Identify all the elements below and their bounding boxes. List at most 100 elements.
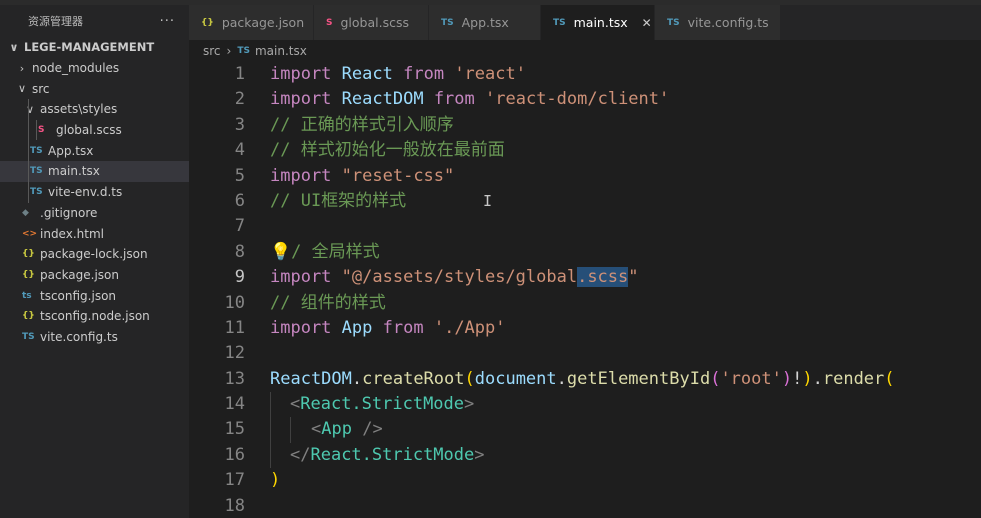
tree-file[interactable]: <> index.html xyxy=(0,223,189,244)
tree-file[interactable]: TS vite.config.ts xyxy=(0,327,189,348)
explorer-sidebar: 资源管理器 ··· ∨ LEGE-MANAGEMENT › node_modules ∨… xyxy=(0,5,189,518)
tree-item-label: LEGE-MANAGEMENT xyxy=(24,40,155,55)
ts-file-icon: TS xyxy=(667,17,680,28)
line-number: 12 xyxy=(224,343,245,364)
text-selection: .scss xyxy=(577,267,629,288)
breadcrumb-file[interactable]: main.tsx xyxy=(255,44,307,58)
tree-item-label: assets\styles xyxy=(40,102,118,117)
chevron-down-icon: ∨ xyxy=(17,82,27,96)
code-line: 14 <React.StrictMode> xyxy=(189,392,981,418)
tab-main-tsx[interactable]: TS main.tsx ✕ xyxy=(541,5,655,40)
code-line: 3// 正确的样式引入顺序 xyxy=(189,113,981,138)
line-number: 17 xyxy=(224,470,245,491)
tree-item-label: vite-env.d.ts xyxy=(48,185,123,200)
tree-item-label: package-lock.json xyxy=(40,247,148,262)
tab-label: App.tsx xyxy=(461,15,509,30)
editor-tab-bar: {} package.json S global.scss TS App.tsx… xyxy=(189,5,981,40)
tree-file[interactable]: ◆ .gitignore xyxy=(0,203,189,224)
code-line: 2 import ReactDOM from 'react-dom/client' xyxy=(189,87,981,112)
tree-item-label: main.tsx xyxy=(48,164,100,179)
tree-folder[interactable]: ∨ src xyxy=(0,78,189,99)
scss-file-icon: S xyxy=(326,17,333,28)
tree-file[interactable]: {} package.json xyxy=(0,265,189,286)
code-line: 18 xyxy=(189,494,981,518)
code-line: 11 import App from './App' xyxy=(189,316,981,341)
line-number: 8 xyxy=(234,241,245,262)
tree-item-label: global.scss xyxy=(56,123,122,138)
tree-file[interactable]: TS vite-env.d.ts xyxy=(0,181,189,203)
line-number: 15 xyxy=(224,419,245,440)
code-line: 4// 样式初始化一般放在最前面 xyxy=(189,138,981,163)
tree-item-label: .gitignore xyxy=(40,205,98,220)
tab-global-scss[interactable]: S global.scss xyxy=(314,5,429,40)
tree-file[interactable]: Sglobal.scss xyxy=(0,119,189,141)
tree-item-label: node_modules xyxy=(32,61,120,76)
file-tree: ∨ LEGE-MANAGEMENT › node_modules ∨ src ∨ assets… xyxy=(0,37,189,347)
tree-file[interactable]: {} package-lock.json xyxy=(0,244,189,265)
git-file-icon: ◆ xyxy=(22,207,29,218)
line-number: 5 xyxy=(234,165,245,186)
explorer-title: 资源管理器 xyxy=(28,15,83,28)
tree-item-label: tsconfig.json xyxy=(40,288,117,303)
tree-file[interactable]: TS main.tsx xyxy=(0,161,189,182)
tree-file[interactable]: TS App.tsx xyxy=(0,140,189,162)
code-line: 7 xyxy=(189,214,981,239)
tree-folder[interactable]: ∨ assets\styles xyxy=(0,99,189,120)
line-number: 4 xyxy=(234,140,245,161)
chevron-right-icon: › xyxy=(19,61,25,75)
code-editor[interactable]: 1 import React from 'react' 2 import React… xyxy=(189,62,981,518)
line-number: 7 xyxy=(234,216,245,237)
tree-file[interactable]: ts tsconfig.json xyxy=(0,285,189,306)
line-number: 2 xyxy=(234,89,245,110)
code-line: 12 xyxy=(189,341,981,366)
line-number: 13 xyxy=(224,368,245,389)
code-line: 6// UI框架的样式 xyxy=(189,189,981,214)
ts-file-icon: TS xyxy=(22,331,35,342)
line-number: 18 xyxy=(224,495,245,516)
json-file-icon: {} xyxy=(22,269,35,280)
tab-label: vite.config.ts xyxy=(687,15,769,30)
breadcrumb-folder[interactable]: src xyxy=(203,44,221,58)
tsconfig-file-icon: ts xyxy=(22,290,32,301)
tree-item-label: App.tsx xyxy=(48,143,94,158)
tree-item-label: src xyxy=(32,81,50,96)
line-number: 6 xyxy=(234,190,245,211)
ts-file-icon: TS xyxy=(553,17,566,28)
chevron-down-icon: ∨ xyxy=(25,102,35,116)
ts-file-icon: TS xyxy=(237,46,250,56)
code-line: 16 </React.StrictMode> xyxy=(189,442,981,469)
json-file-icon: {} xyxy=(22,249,35,260)
html-file-icon: <> xyxy=(22,228,38,239)
tree-item-label: package.json xyxy=(40,267,120,282)
line-number: 3 xyxy=(234,114,245,135)
ts-file-icon: TS xyxy=(30,187,43,198)
explorer-header: 资源管理器 ··· xyxy=(0,5,189,37)
line-number: 1 xyxy=(234,64,245,84)
tree-folder[interactable]: › node_modules xyxy=(0,58,189,79)
code-line-current: 9 import "@/assets/styles/global.scss" xyxy=(189,265,981,290)
ts-file-icon: TS xyxy=(441,17,454,28)
lightbulb-icon[interactable]: 💡 xyxy=(270,242,291,262)
close-tab-icon[interactable]: ✕ xyxy=(642,16,652,30)
code-line: 17) xyxy=(189,468,981,493)
tab-vite-config-ts[interactable]: TS vite.config.ts xyxy=(655,5,781,40)
code-line: 5 import "reset-css" xyxy=(189,164,981,189)
tree-file[interactable]: {} tsconfig.node.json xyxy=(0,306,189,327)
tab-package-json[interactable]: {} package.json xyxy=(189,5,314,40)
code-line: 10// 组件的样式 xyxy=(189,291,981,316)
workspace-root[interactable]: ∨ LEGE-MANAGEMENT xyxy=(0,37,189,58)
tab-label: global.scss xyxy=(340,15,409,30)
ts-file-icon: TS xyxy=(30,166,43,177)
line-number: 14 xyxy=(224,394,245,415)
line-number: 9 xyxy=(234,267,245,288)
more-actions-icon[interactable]: ··· xyxy=(160,14,175,29)
json-file-icon: {} xyxy=(201,17,214,28)
tree-item-label: index.html xyxy=(40,226,104,241)
ts-file-icon: TS xyxy=(30,145,43,156)
tree-item-label: tsconfig.node.json xyxy=(40,309,150,324)
tab-app-tsx[interactable]: TS App.tsx xyxy=(429,5,541,40)
breadcrumb: src › TS main.tsx xyxy=(189,40,981,62)
text-cursor-icon: I xyxy=(483,192,493,210)
tree-item-label: vite.config.ts xyxy=(40,329,118,344)
line-number: 16 xyxy=(224,444,245,465)
